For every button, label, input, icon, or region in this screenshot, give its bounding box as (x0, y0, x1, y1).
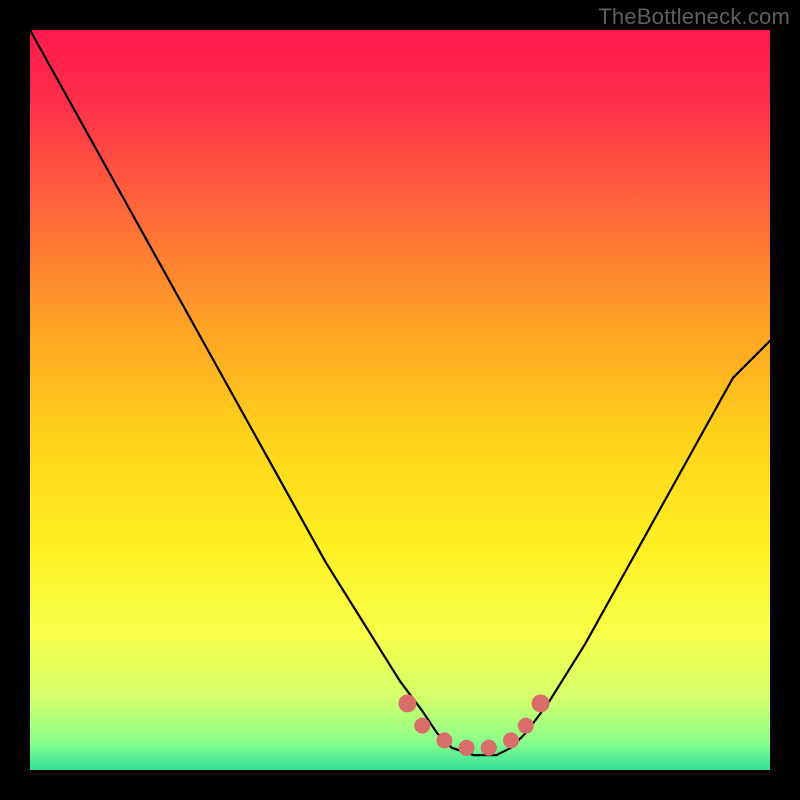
highlight-dot (503, 732, 519, 748)
highlight-dot (481, 740, 497, 756)
watermark-text: TheBottleneck.com (598, 4, 790, 30)
highlight-dot (518, 718, 534, 734)
chart-svg (30, 30, 770, 770)
gradient-background (30, 30, 770, 770)
chart-frame: TheBottleneck.com (0, 0, 800, 800)
highlight-dot (414, 718, 430, 734)
highlight-dot (436, 732, 452, 748)
highlight-dot (532, 694, 550, 712)
plot-area (30, 30, 770, 770)
highlight-dot (459, 740, 475, 756)
highlight-dot (398, 694, 416, 712)
